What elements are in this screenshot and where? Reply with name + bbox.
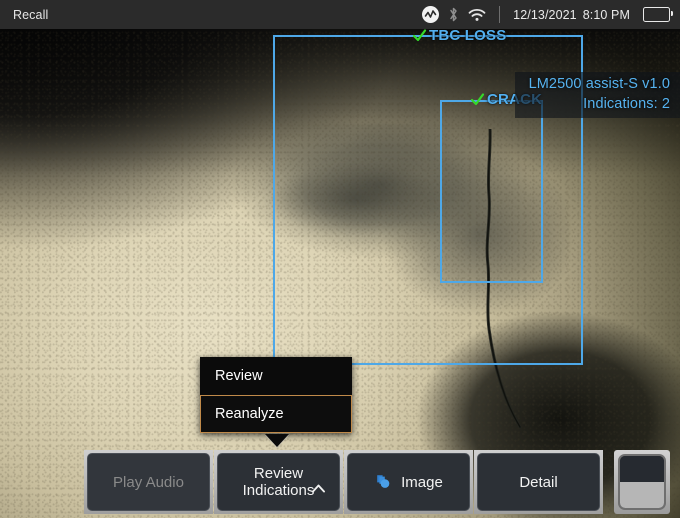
status-bar-tray: 12/13/2021 8:10 PM [422, 6, 680, 23]
play-audio-label: Play Audio [113, 474, 184, 491]
bluetooth-icon[interactable] [448, 6, 459, 23]
menu-item-label: Review [215, 368, 263, 384]
menu-item-reanalyze[interactable]: Reanalyze [200, 395, 352, 433]
status-time: 8:10 PM [583, 8, 630, 22]
play-audio-button[interactable]: Play Audio [84, 450, 213, 514]
review-indications-button[interactable]: Review Indications [214, 450, 343, 514]
status-date: 12/13/2021 [513, 8, 577, 22]
menu-item-review[interactable]: Review [200, 357, 352, 395]
split-bottom-half [620, 482, 664, 508]
detection-label-tbc-loss: TBC LOSS [412, 29, 506, 44]
battery-icon [643, 7, 670, 22]
assist-info-box: LM2500 assist-S v1.0 Indications: 2 [515, 72, 680, 118]
activity-circle-icon[interactable] [422, 6, 439, 23]
recall-label[interactable]: Recall [0, 8, 48, 22]
green-check-icon [412, 29, 427, 43]
detection-label-text: TBC LOSS [429, 29, 506, 44]
image-label: Image [401, 474, 443, 491]
review-indications-label-line2: Indications [243, 482, 315, 499]
status-bar: Recall [0, 0, 680, 29]
review-indications-label-line1: Review [254, 465, 303, 482]
review-indications-menu[interactable]: Review Reanalyze [200, 357, 352, 433]
detail-label: Detail [519, 474, 557, 491]
detail-button[interactable]: Detail [474, 450, 603, 514]
status-datetime: 12/13/2021 8:10 PM [513, 8, 630, 22]
wifi-icon[interactable] [468, 8, 486, 22]
assist-title: LM2500 assist-S v1.0 [529, 75, 670, 95]
screen-split-toggle-button[interactable] [614, 450, 670, 514]
menu-item-label: Reanalyze [215, 406, 284, 422]
assist-indications-count: Indications: 2 [529, 95, 670, 115]
menu-callout-arrow [265, 434, 289, 447]
bottom-toolbar: Play Audio Review Indications [0, 446, 680, 518]
split-top-half [620, 456, 664, 482]
chevron-up-icon [312, 484, 325, 493]
layers-image-icon [374, 473, 394, 491]
status-divider [499, 6, 500, 23]
green-check-icon [470, 92, 485, 107]
image-button[interactable]: Image [344, 450, 473, 514]
detection-box-crack[interactable] [440, 100, 543, 283]
inspection-image-viewport[interactable]: TBC LOSS CRACK LM2500 assist-S v1.0 Indi… [0, 29, 680, 518]
app-root: Recall [0, 0, 680, 518]
